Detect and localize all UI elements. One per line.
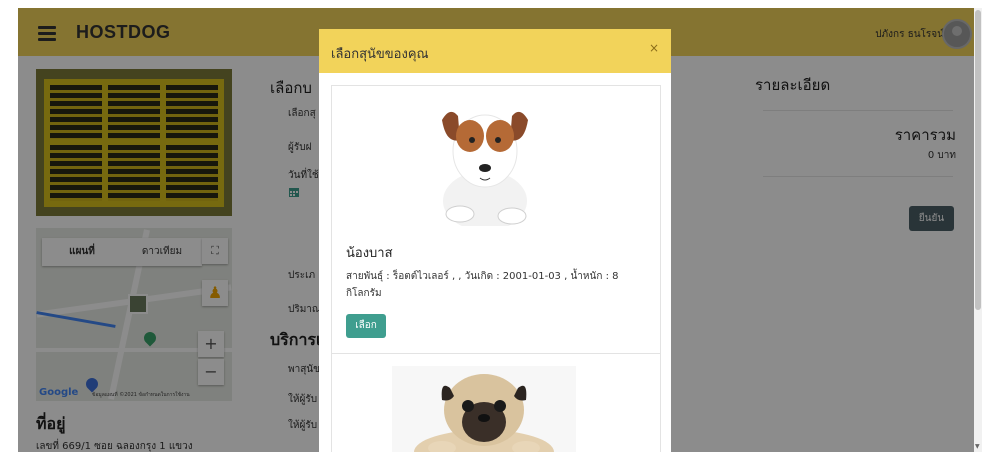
- scrollbar-thumb[interactable]: [975, 10, 981, 310]
- modal-header: เลือกสุนัขของคุณ ×: [319, 29, 671, 73]
- dog-name: น้องบาส: [346, 246, 393, 261]
- modal-title: เลือกสุนัขของคุณ: [331, 47, 429, 62]
- dog-photo: [442, 111, 528, 226]
- dog-card: น้องบาส สายพันธุ์ : ร็อตต์ไวเลอร์ , , วั…: [331, 85, 661, 354]
- scroll-down-icon[interactable]: ▼: [975, 443, 980, 450]
- dog-photo: [392, 366, 576, 452]
- modal-body: น้องบาส สายพันธุ์ : ร็อตต์ไวเลอร์ , , วั…: [319, 73, 671, 452]
- page-scrollbar[interactable]: ▼: [974, 8, 982, 452]
- dog-card: [331, 353, 661, 452]
- select-dog-button[interactable]: เลือก: [346, 314, 386, 338]
- close-icon[interactable]: ×: [649, 41, 659, 55]
- dog-info: สายพันธุ์ : ร็อตต์ไวเลอร์ , , วันเกิด : …: [346, 271, 619, 299]
- select-dog-modal: เลือกสุนัขของคุณ × น้องบาส สายพันธุ์ : ร…: [319, 29, 671, 452]
